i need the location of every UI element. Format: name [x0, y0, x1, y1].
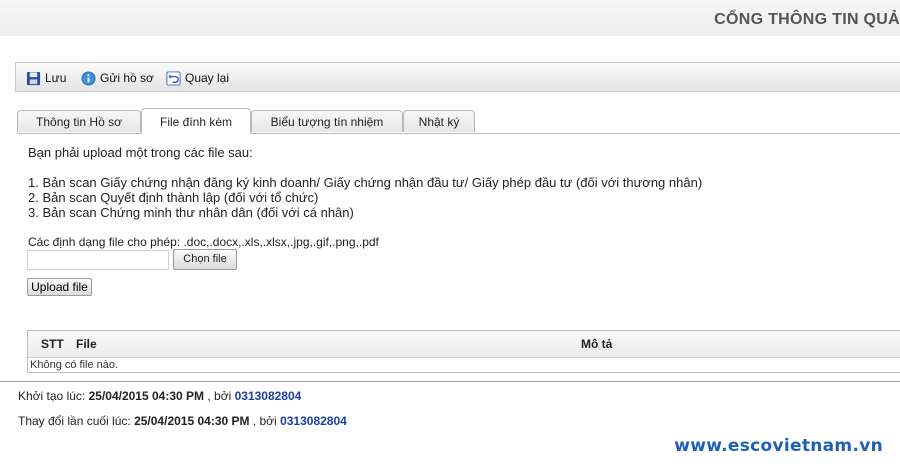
- modified-info: Thay đổi lần cuối lúc: 25/04/2015 04:30 …: [18, 414, 347, 428]
- back-button[interactable]: Quay lại: [166, 70, 229, 86]
- created-info: Khởi tạo lúc: 25/04/2015 04:30 PM , bởi …: [18, 389, 301, 403]
- divider: [0, 381, 900, 382]
- info-icon: [81, 70, 96, 86]
- table-header: STT File Mô tả: [28, 331, 900, 358]
- modified-label: Thay đổi lần cuối lúc:: [18, 414, 131, 428]
- save-button[interactable]: Lưu: [26, 70, 66, 86]
- modified-time: 25/04/2015 04:30 PM: [134, 414, 250, 428]
- watermark: www.escovietnam.vn: [674, 436, 883, 456]
- created-time: 25/04/2015 04:30 PM: [88, 389, 205, 403]
- modified-by-separator: , bởi: [252, 414, 277, 428]
- upload-file-button[interactable]: Upload file: [27, 278, 92, 296]
- tab-attached-files[interactable]: File đính kèm: [141, 108, 251, 134]
- back-label: Quay lại: [185, 71, 230, 85]
- tab-log[interactable]: Nhật ký: [403, 110, 475, 132]
- floppy-disk-icon: [26, 71, 41, 85]
- submit-label: Gửi hồ sơ: [100, 71, 154, 85]
- choose-file-button[interactable]: Chọn file: [173, 249, 237, 270]
- requirement-item: 1. Bản scan Giấy chứng nhận đăng ký kinh…: [28, 175, 703, 190]
- column-header-file: File: [76, 337, 97, 351]
- column-header-description: Mô tả: [581, 337, 613, 351]
- tab-application-info[interactable]: Thông tin Hồ sơ: [17, 110, 141, 132]
- requirement-item: 2. Bản scan Quyết định thành lập (đối vớ…: [28, 190, 319, 205]
- upload-instructions: Bạn phải upload một trong các file sau:: [28, 145, 253, 160]
- allowed-formats: Các định dạng file cho phép: .doc,.docx,…: [28, 235, 379, 249]
- save-label: Lưu: [45, 71, 67, 85]
- header-title: CỔNG THÔNG TIN QUẢ: [714, 11, 900, 28]
- created-label: Khởi tạo lúc:: [18, 389, 86, 403]
- file-path-field[interactable]: [27, 250, 169, 270]
- column-header-index: STT: [41, 337, 64, 351]
- requirement-item: 3. Bản scan Chứng minh thư nhân dân (đối…: [28, 205, 354, 220]
- header-bar: CỔNG THÔNG TIN QUẢ: [0, 0, 900, 36]
- empty-table-message: Không có file nào.: [30, 359, 119, 371]
- created-by-separator: , bởi: [207, 389, 232, 403]
- attachments-table: STT File Mô tả Không có file nào.: [27, 330, 900, 373]
- modified-by-user[interactable]: 0313082804: [280, 414, 347, 428]
- tab-trust-badge[interactable]: Biểu tượng tín nhiệm: [251, 110, 403, 132]
- created-by-user[interactable]: 0313082804: [235, 389, 302, 403]
- toolbar: Lưu Gửi hồ sơ Quay lại: [15, 62, 900, 92]
- submit-file-button[interactable]: Gửi hồ sơ: [81, 70, 154, 86]
- back-arrow-icon: [166, 70, 181, 86]
